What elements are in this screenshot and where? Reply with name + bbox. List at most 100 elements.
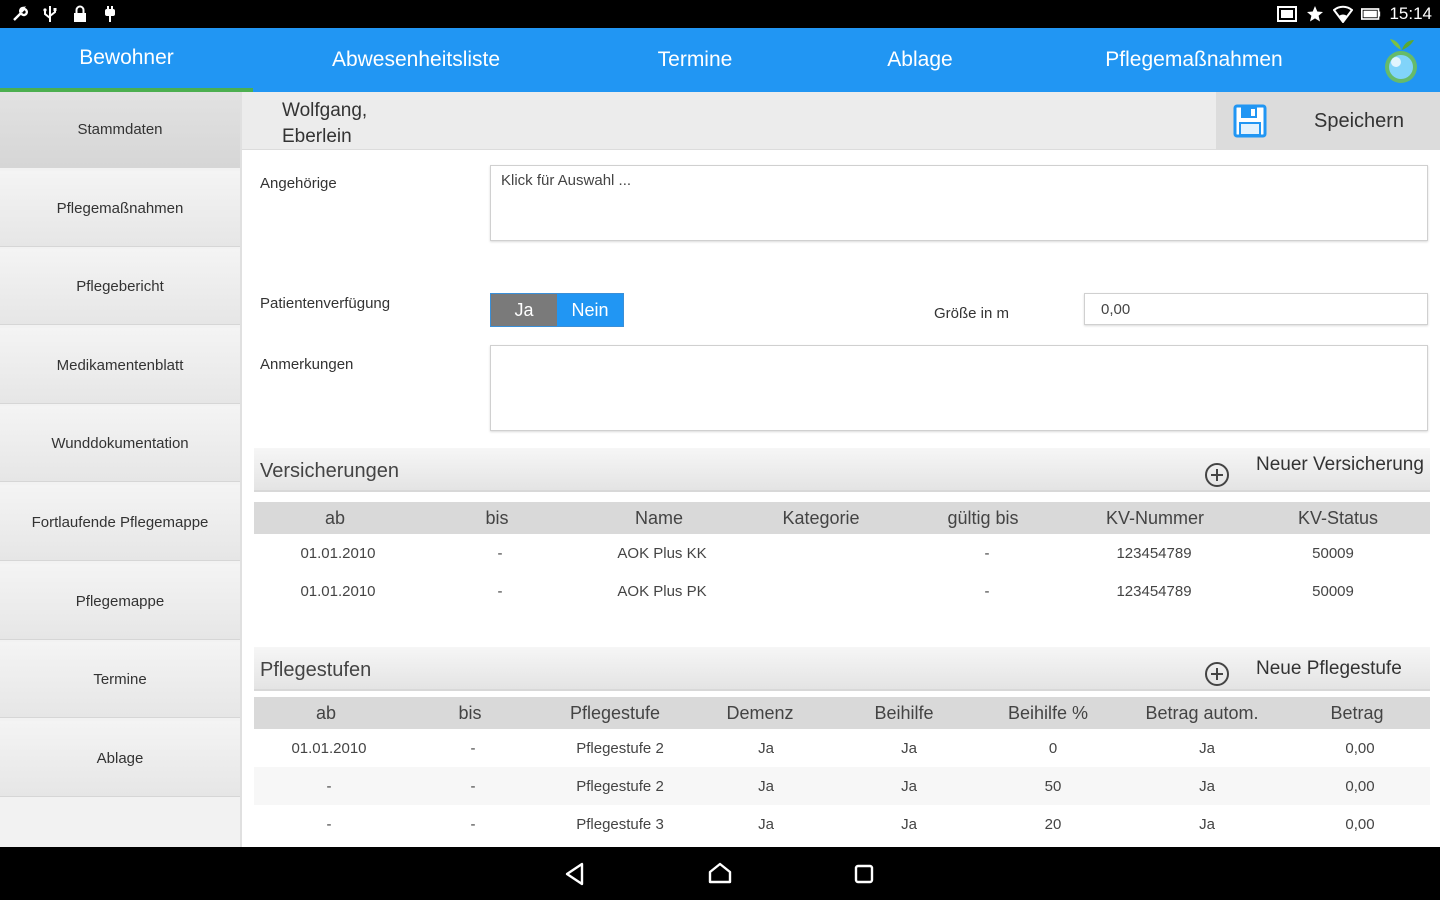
- cell-betrag: 0,00: [1345, 815, 1375, 833]
- add-care-level-button[interactable]: Neue Pflegestufe: [1204, 647, 1430, 691]
- table-row[interactable]: - - Pflegestufe 2 Ja Ja 50 Ja 0,00: [254, 767, 1430, 805]
- table-row[interactable]: - - Pflegestufe 3 Ja Ja 20 Ja 0,00: [254, 805, 1430, 837]
- col-betrag-autom: Betrag autom.: [1145, 702, 1259, 723]
- resident-name: Wolfgang, Eberlein: [282, 98, 367, 150]
- plug-icon: [100, 4, 120, 24]
- table-row[interactable]: 01.01.2010 - AOK Plus KK - 123454789 500…: [254, 534, 1430, 572]
- status-icons-left: [10, 4, 120, 24]
- col-kv-status: KV-Status: [1297, 507, 1379, 528]
- col-demenz: Demenz: [726, 702, 794, 723]
- back-icon[interactable]: [562, 860, 590, 888]
- col-name: Name: [634, 507, 683, 528]
- cell-bis: -: [470, 815, 476, 833]
- resident-first-name: Wolfgang,: [282, 100, 368, 121]
- add-insurance-button[interactable]: Neuer Versicherung: [1204, 448, 1430, 492]
- sidebar-item-pflegebericht[interactable]: Pflegebericht: [0, 249, 240, 326]
- care-levels-section-header: Pflegestufen Neue Pflegestufe: [254, 647, 1430, 691]
- cell-name: AOK Plus PK: [617, 582, 707, 600]
- status-bar: 15:14: [0, 0, 1440, 28]
- relatives-value: Klick für Auswahl ...: [501, 172, 632, 189]
- sidebar-item-pflegemappe[interactable]: Pflegemappe: [0, 563, 240, 640]
- plus-circle-icon: [1204, 661, 1230, 687]
- plus-circle-icon: [1204, 462, 1230, 488]
- cell-name: AOK Plus KK: [617, 544, 707, 562]
- add-care-level-label: Neue Pflegestufe: [1256, 658, 1402, 679]
- cell-beihilfe-prozent: 20: [1044, 815, 1062, 833]
- cell-beihilfe: Ja: [901, 739, 917, 757]
- clock-time: 15:14: [1389, 4, 1432, 23]
- cell-kv-nummer: 123454789: [1116, 582, 1192, 600]
- sidebar-item-stammdaten[interactable]: Stammdaten: [0, 92, 240, 168]
- save-button[interactable]: Speichern: [1216, 92, 1440, 150]
- col-ab: ab: [324, 507, 346, 528]
- tab-pflegemassnahmen[interactable]: Pflegemaßnahmen: [1080, 28, 1308, 92]
- cell-beihilfe-prozent: 0: [1048, 739, 1058, 757]
- cell-kv-status: 50009: [1312, 582, 1354, 600]
- cell-beihilfe-prozent: 50: [1044, 777, 1062, 795]
- patient-directive-label: Patientenverfügung: [260, 295, 391, 312]
- system-navigation-bar: [0, 847, 1440, 900]
- cell-bis: -: [497, 544, 503, 562]
- cell-demenz: Ja: [758, 815, 774, 833]
- top-navigation: Bewohner Abwesenheitsliste Termine Ablag…: [0, 28, 1440, 92]
- height-label: Größe in m: [934, 305, 1010, 322]
- tab-ablage[interactable]: Ablage: [850, 28, 990, 92]
- cell-beihilfe: Ja: [901, 777, 917, 795]
- cell-kv-nummer: 123454789: [1116, 544, 1192, 562]
- usb-icon: [40, 4, 60, 24]
- cell-ab: 01.01.2010: [300, 544, 376, 562]
- wifi-icon: [1333, 4, 1354, 24]
- star-icon: [1305, 4, 1325, 24]
- cell-kv-status: 50009: [1312, 544, 1354, 562]
- cell-betrag-autom: Ja: [1199, 739, 1215, 757]
- tab-termine[interactable]: Termine: [610, 28, 780, 92]
- notes-label: Anmerkungen: [260, 356, 354, 373]
- tab-bewohner[interactable]: Bewohner: [0, 28, 253, 92]
- app-logo-icon: [1376, 34, 1426, 86]
- relatives-field[interactable]: Klick für Auswahl ...: [490, 165, 1428, 241]
- notes-textarea[interactable]: [490, 345, 1428, 431]
- sidebar-item-fortlaufende-pflegemappe[interactable]: Fortlaufende Pflegemappe: [0, 484, 240, 561]
- col-ab: ab: [315, 702, 337, 723]
- toggle-option-ja[interactable]: Ja: [491, 294, 557, 326]
- toggle-option-nein[interactable]: Nein: [557, 294, 623, 326]
- patient-directive-toggle[interactable]: Ja Nein: [490, 293, 624, 327]
- cell-beihilfe: Ja: [901, 815, 917, 833]
- table-row[interactable]: 01.01.2010 - Pflegestufe 2 Ja Ja 0 Ja 0,…: [254, 729, 1430, 767]
- sidebar-item-pflegemassnahmen[interactable]: Pflegemaßnahmen: [0, 170, 240, 247]
- cell-ab: 01.01.2010: [291, 739, 367, 757]
- recent-apps-icon[interactable]: [850, 860, 878, 888]
- insurance-title: Versicherungen: [260, 460, 399, 482]
- resident-last-name: Eberlein: [282, 126, 352, 147]
- cell-pflegestufe: Pflegestufe 2: [576, 739, 664, 757]
- resident-header: Wolfgang, Eberlein Speichern: [242, 92, 1440, 150]
- sidebar-item-wunddokumentation[interactable]: Wunddokumentation: [0, 406, 240, 483]
- sidebar-item-termine[interactable]: Termine: [0, 642, 240, 719]
- battery-icon: [1361, 4, 1381, 24]
- cell-gueltig-bis: -: [984, 582, 990, 600]
- cell-betrag: 0,00: [1345, 739, 1375, 757]
- cell-betrag-autom: Ja: [1199, 777, 1215, 795]
- home-icon[interactable]: [706, 860, 734, 888]
- status-icons-right: 15:14: [1277, 4, 1432, 24]
- insurance-section-header: Versicherungen Neuer Versicherung: [254, 448, 1430, 492]
- col-beihilfe-prozent: Beihilfe %: [1007, 702, 1089, 723]
- sidebar: Stammdaten Pflegemaßnahmen Pflegebericht…: [0, 92, 242, 847]
- sidebar-item-medikamentenblatt[interactable]: Medikamentenblatt: [0, 327, 240, 404]
- cell-bis: -: [470, 739, 476, 757]
- col-bis: bis: [485, 507, 509, 528]
- sidebar-item-ablage[interactable]: Ablage: [0, 720, 240, 797]
- cell-demenz: Ja: [758, 777, 774, 795]
- floppy-disk-icon: [1232, 103, 1268, 139]
- lock-icon: [70, 4, 90, 24]
- tab-abwesenheitsliste[interactable]: Abwesenheitsliste: [280, 28, 552, 92]
- col-kategorie: Kategorie: [782, 507, 860, 528]
- relatives-label: Angehörige: [260, 175, 337, 192]
- col-beihilfe: Beihilfe: [874, 702, 934, 723]
- add-insurance-label: Neuer Versicherung: [1256, 454, 1424, 475]
- table-row[interactable]: 01.01.2010 - AOK Plus PK - 123454789 500…: [254, 572, 1430, 610]
- cast-icon: [1277, 4, 1298, 24]
- care-levels-title: Pflegestufen: [260, 659, 372, 681]
- height-input[interactable]: 0,00: [1084, 293, 1428, 325]
- cell-gueltig-bis: -: [984, 544, 990, 562]
